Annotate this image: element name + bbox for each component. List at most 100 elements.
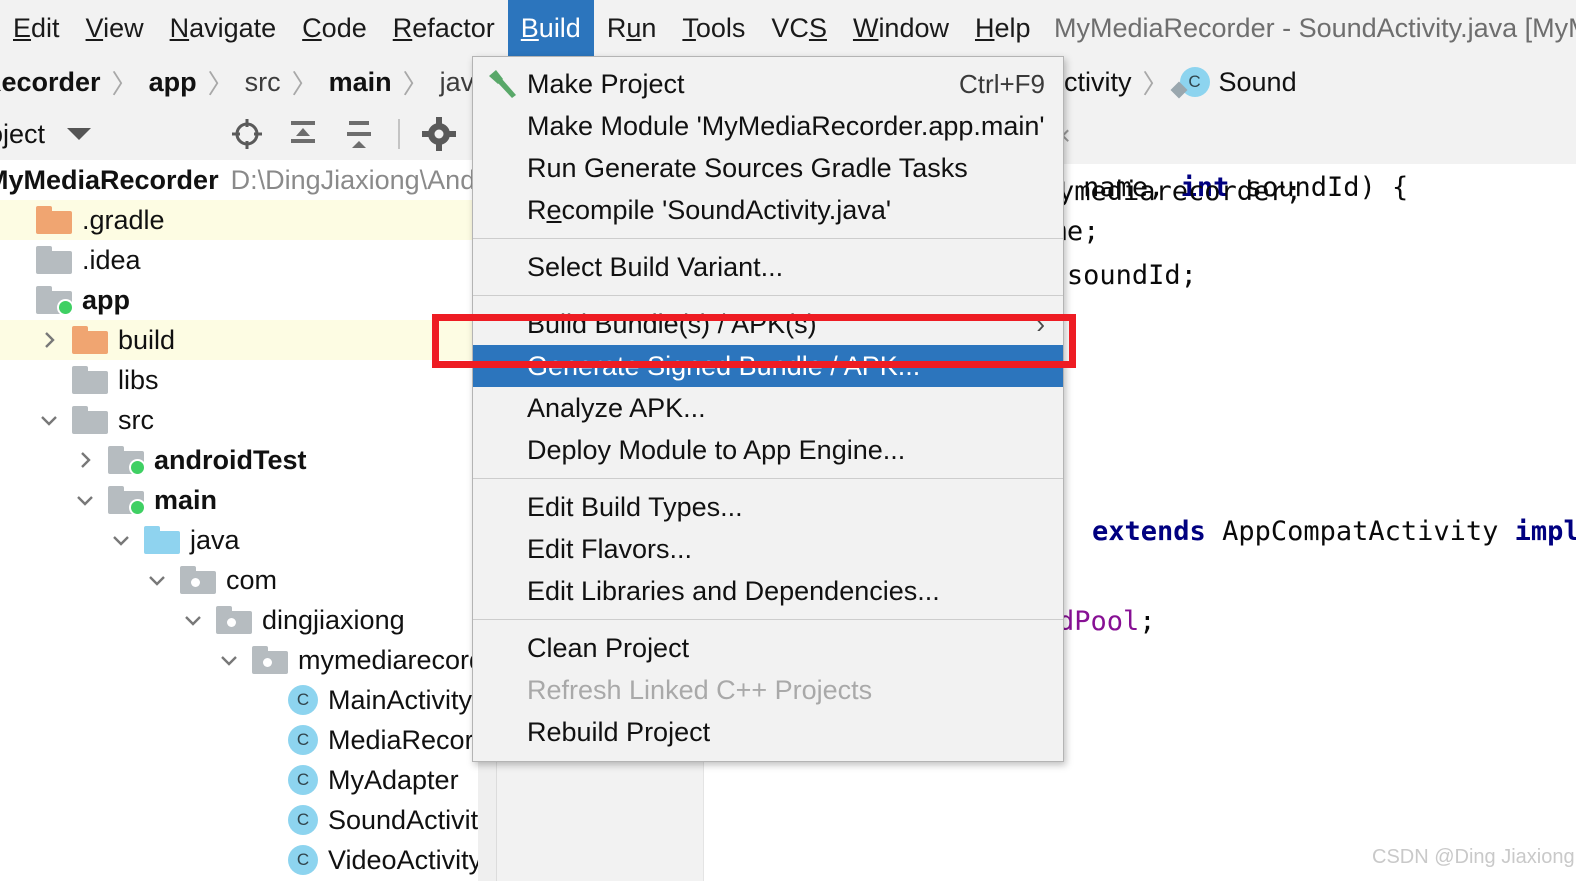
module-folder-icon [108,446,146,476]
tree-item-dingjiaxiong[interactable]: dingjiaxiong [0,600,478,640]
project-root-row[interactable]: MyMediaRecorder D:\DingJiaxiong\Andr [0,160,478,200]
menu-item-vcs[interactable]: VCS [758,0,840,56]
tree-item-videoactivity[interactable]: C VideoActivity [0,840,478,880]
settings-gear-icon[interactable] [422,117,456,151]
menu-item-help[interactable]: Help [962,0,1044,56]
tree-item-mediarecordactivity[interactable]: C MediaRecordActivity [0,720,478,760]
menu-item-edit[interactable]: Edit [0,0,73,56]
tree-item-mymediarecorder[interactable]: mymediarecorder [0,640,478,680]
menu-item-navigate[interactable]: Navigate [157,0,290,56]
build-dropdown-menu[interactable]: Make Project Ctrl+F9 Make Module 'MyMediaR… [472,56,1064,762]
menu-item-shortcut: Ctrl+F9 [959,68,1045,99]
build-menu-item-edit-flavors[interactable]: Edit Flavors... [473,528,1063,570]
breadcrumb-item-sound[interactable]: C Sound [1179,66,1297,98]
chevron-down-icon[interactable] [216,647,242,673]
chevron-down-icon[interactable] [67,128,92,140]
menu-separator [473,238,1063,239]
breadcrumb-item-ctivity[interactable]: ctivity [1064,67,1132,98]
chevron-down-icon[interactable] [180,607,206,633]
menu-item-label: Generate Signed Bundle / APK... [527,350,921,381]
build-menu-item-make-module-mymediarecorder-app-main[interactable]: Make Module 'MyMediaRecorder.app.main' [473,105,1063,147]
menu-item-label: Make Module 'MyMediaRecorder.app.main' [527,110,1045,141]
menu-item-label: Analyze APK... [527,392,706,423]
tree-item-build[interactable]: build [0,320,478,360]
breadcrumb-separator: 〉 [402,68,429,99]
build-menu-item-deploy-module-to-app-engine[interactable]: Deploy Module to App Engine... [473,429,1063,471]
menu-item-label: Edit Flavors... [527,533,693,564]
tree-item-src[interactable]: src [0,400,478,440]
chevron-right-icon[interactable] [36,327,62,353]
breadcrumb-separator: 〉 [207,68,234,99]
breadcrumb-separator: 〉 [1142,68,1169,99]
breadcrumb-separator: 〉 [111,68,138,99]
tree-item-label: java [190,524,240,555]
build-menu-item-generate-signed-bundle-apk[interactable]: Generate Signed Bundle / APK... [473,345,1063,387]
menu-item-build[interactable]: Build [507,0,594,56]
build-menu-item-rebuild-project[interactable]: Rebuild Project [473,711,1063,753]
code-fragment: extends AppCompatActivity impler [1092,516,1576,547]
tree-item-label: src [118,404,154,435]
breadcrumb-item-main[interactable]: main [329,67,392,98]
collapse-all-icon[interactable] [342,117,376,151]
build-menu-item-analyze-apk[interactable]: Analyze APK... [473,387,1063,429]
build-menu-item-edit-build-types[interactable]: Edit Build Types... [473,486,1063,528]
chevron-down-icon[interactable] [72,487,98,513]
locate-icon[interactable] [230,117,264,151]
breadcrumb-item-recorder[interactable]: Recorder [0,67,101,98]
menu-item-window[interactable]: Window [840,0,962,56]
chevron-right-icon[interactable] [72,447,98,473]
menu-item-label: Edit Build Types... [527,491,743,522]
tree-item-androidtest[interactable]: androidTest [0,440,478,480]
build-menu-item-clean-project[interactable]: Clean Project [473,627,1063,669]
build-menu-item-recompile-soundactivity-java[interactable]: Recompile 'SoundActivity.java' [473,189,1063,231]
folder-icon [72,406,108,434]
java-class-icon: C [288,725,318,755]
chevron-down-icon[interactable] [36,407,62,433]
java-class-icon: C [1179,67,1210,97]
menu-item-label: Recompile 'SoundActivity.java' [527,194,891,225]
code-fragment: dPool; [1058,606,1156,637]
expand-all-icon[interactable] [286,117,320,151]
tree-item-app[interactable]: app [0,280,478,320]
tree-item-com[interactable]: com [0,560,478,600]
tree-item-myadapter[interactable]: C MyAdapter [0,760,478,800]
chevron-right-icon: › [1036,308,1045,339]
menu-item-refactor[interactable]: Refactor [380,0,508,56]
menu-item-view[interactable]: View [73,0,157,56]
watermark: CSDN @Ding Jiaxiong [1372,846,1575,868]
code-fragment: ymediarecorder; [1058,176,1302,207]
breadcrumb-item-src[interactable]: src [245,67,281,98]
menu-item-label: Refresh Linked C++ Projects [527,674,873,705]
tree-item-soundactivity[interactable]: C SoundActivity [0,800,478,840]
build-menu-item-make-project[interactable]: Make Project Ctrl+F9 [473,63,1063,105]
menu-item-code[interactable]: Code [289,0,380,56]
menu-item-run[interactable]: Run [594,0,670,56]
chevron-down-icon[interactable] [108,527,134,553]
build-menu-item-select-build-variant[interactable]: Select Build Variant... [473,246,1063,288]
menu-item-tools[interactable]: Tools [669,0,758,56]
tree-item-idea[interactable]: .idea [0,240,478,280]
java-class-icon: C [288,845,318,875]
menu-item-label: Select Build Variant... [527,251,784,282]
tree-item-main[interactable]: main [0,480,478,520]
tree-item-label: .gradle [82,204,165,235]
project-tree[interactable]: .gradle .idea app build libs src androidTest ma… [0,200,478,881]
breadcrumb-separator: 〉 [291,68,318,99]
build-menu-item-run-generate-sources-gradle-tasks[interactable]: Run Generate Sources Gradle Tasks [473,147,1063,189]
tree-item-label: VideoActivity [328,844,478,875]
tree-item-java[interactable]: java [0,520,478,560]
tree-item-label: .idea [82,244,141,275]
build-menu-item-build-bundle-s-apk-s[interactable]: Build Bundle(s) / APK(s) › [473,303,1063,345]
build-menu-item-edit-libraries-and-dependencies[interactable]: Edit Libraries and Dependencies... [473,570,1063,612]
package-icon [252,646,288,674]
chevron-down-icon[interactable] [144,567,170,593]
project-panel-toolbar [230,117,478,151]
tree-item-mainactivity[interactable]: C MainActivity [0,680,478,720]
breadcrumb-item-app[interactable]: app [149,67,197,98]
breadcrumb-label: Sound [1218,66,1297,97]
menu-item-label: Clean Project [527,632,690,663]
folder-icon [36,246,72,274]
tree-item-gradle[interactable]: .gradle [0,200,478,240]
tree-item-libs[interactable]: libs [0,360,478,400]
menu-separator [473,478,1063,479]
